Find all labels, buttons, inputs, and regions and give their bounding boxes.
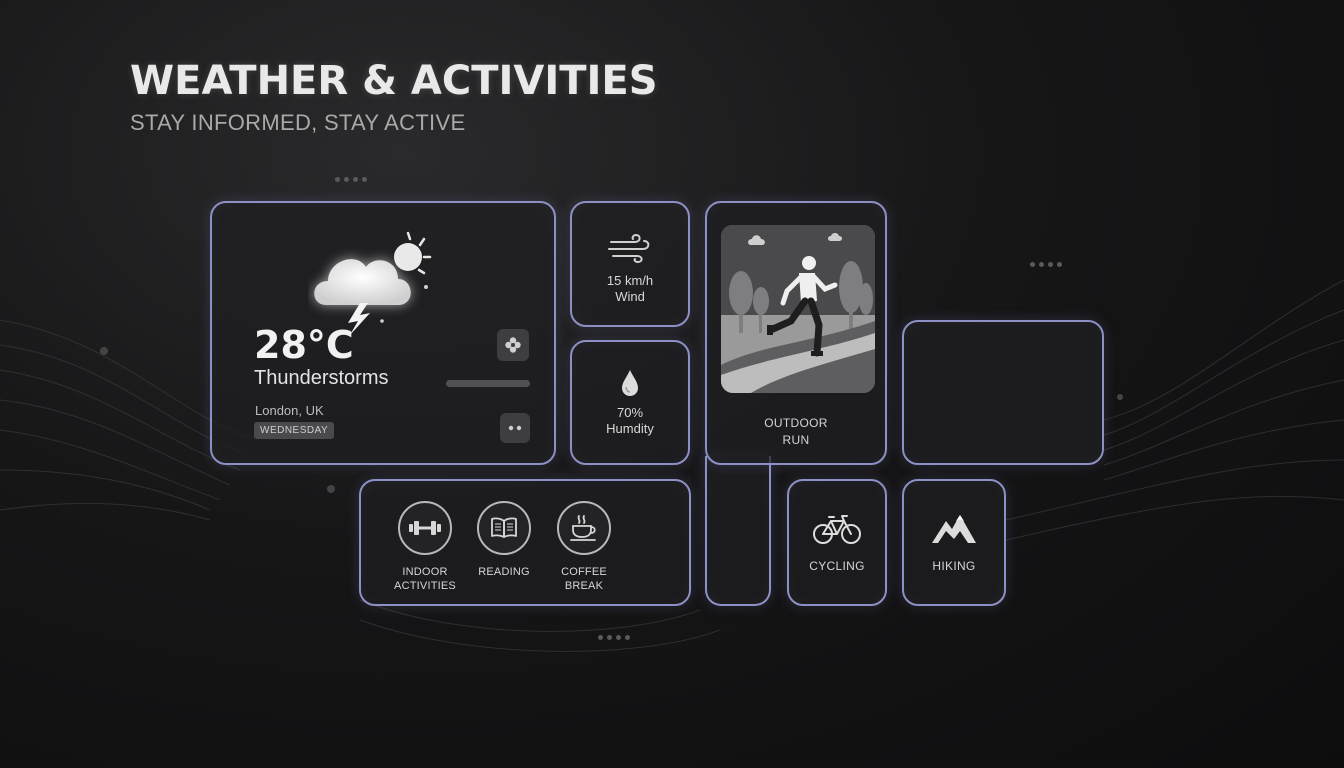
bicycle-icon <box>813 515 861 544</box>
activity-coffee-label-line1: COFFEE <box>561 566 607 578</box>
more-dots-icon <box>508 425 522 431</box>
wind-icon <box>608 233 650 263</box>
activity-reading-label-line1: READING <box>478 566 530 578</box>
mountain-icon <box>932 515 976 543</box>
header: WEATHER & ACTIVITIES STAY INFORMED, STAY… <box>130 58 658 136</box>
weather-slider[interactable] <box>446 380 530 387</box>
page-indicator-right[interactable] <box>1030 262 1062 267</box>
activity-indoor-label-line2: ACTIVITIES <box>394 580 456 592</box>
weather-settings-button[interactable] <box>497 329 529 361</box>
droplet-icon <box>622 370 638 396</box>
hiking-label: HIKING <box>932 559 976 573</box>
weather-condition: Thunderstorms <box>254 367 389 389</box>
humidity-label: Humdity <box>606 421 654 436</box>
thunderstorm-sun-icon <box>314 231 432 335</box>
outdoor-run-label: OUTDOOR RUN <box>707 415 885 449</box>
activity-reading[interactable]: READING <box>464 501 544 579</box>
activity-reading-circle <box>477 501 531 555</box>
runner-illustration <box>721 225 875 393</box>
weather-card[interactable]: 28°C Thunderstorms London, UK WEDNESDAY <box>210 201 556 465</box>
day-badge: WEDNESDAY <box>254 422 335 439</box>
indoor-activities-card[interactable]: INDOOR ACTIVITIES READING COFFEE BREAK <box>359 479 691 606</box>
activity-coffee-circle <box>557 501 611 555</box>
humidity-card[interactable]: 70% Humdity <box>570 340 690 465</box>
temperature-value: 28°C <box>254 323 354 367</box>
flower-settings-icon <box>505 337 521 353</box>
cycling-label: CYCLING <box>809 559 865 573</box>
coffee-cup-icon <box>570 515 596 541</box>
page-indicator-bottom[interactable] <box>598 635 630 640</box>
activity-indoor[interactable]: INDOOR ACTIVITIES <box>385 501 465 593</box>
empty-widget-card[interactable] <box>902 320 1104 465</box>
page-title: WEATHER & ACTIVITIES <box>130 58 658 104</box>
activity-coffee[interactable]: COFFEE BREAK <box>544 501 624 593</box>
dumbbell-icon <box>409 521 441 535</box>
activity-indoor-circle <box>398 501 452 555</box>
page-indicator-top[interactable] <box>335 177 367 182</box>
outdoor-run-card[interactable]: OUTDOOR RUN <box>705 201 887 465</box>
book-icon <box>491 517 517 538</box>
wind-speed: 15 km/h <box>606 273 654 288</box>
weather-more-button[interactable] <box>500 413 530 443</box>
outdoor-run-label-line1: OUTDOOR <box>764 416 828 430</box>
hiking-card[interactable]: HIKING <box>902 479 1006 606</box>
activity-coffee-label-line2: BREAK <box>564 580 604 592</box>
location-label: London, UK <box>255 403 324 418</box>
outdoor-run-tab <box>705 456 771 606</box>
activity-indoor-label-line1: INDOOR <box>402 566 448 578</box>
wind-card[interactable]: 15 km/h Wind <box>570 201 690 327</box>
cycling-card[interactable]: CYCLING <box>787 479 887 606</box>
wind-label: Wind <box>615 289 645 304</box>
humidity-value: 70% <box>616 405 644 420</box>
page-subtitle: STAY INFORMED, STAY ACTIVE <box>130 110 466 135</box>
outdoor-run-label-line2: RUN <box>782 433 810 447</box>
